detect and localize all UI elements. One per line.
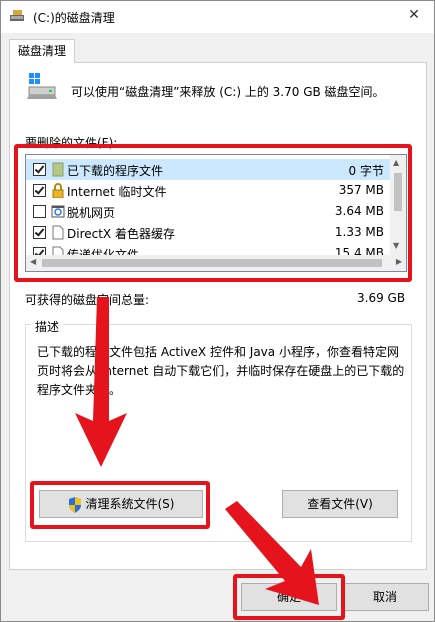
arrow-down-icon	[75, 297, 127, 467]
arrow-diagonal-icon	[225, 501, 319, 605]
tab-disk-cleanup[interactable]: 磁盘清理	[9, 39, 75, 63]
annotation-arrows	[75, 297, 319, 605]
disk-cleanup-window: (C:)的磁盘清理 ✕ 磁盘清理 可以使用“磁盘清理”来释放 (C:) 上的 3…	[0, 0, 435, 622]
